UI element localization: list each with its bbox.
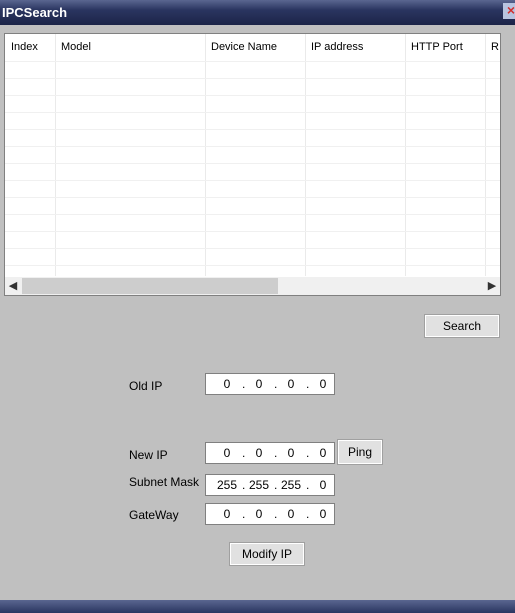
ip-octet[interactable]: 255 <box>280 478 302 492</box>
ip-octet[interactable]: 0 <box>216 446 238 460</box>
column-r[interactable]: R <box>491 41 499 53</box>
row-line <box>5 61 500 62</box>
subnet-mask-label: Subnet Mask <box>129 475 200 489</box>
row-line <box>5 163 500 164</box>
column-divider <box>55 34 56 276</box>
ip-dot: . <box>242 507 246 521</box>
ip-dot: . <box>274 478 278 492</box>
row-line <box>5 78 500 79</box>
modify-ip-button[interactable]: Modify IP <box>229 542 305 566</box>
ip-dot: . <box>242 478 246 492</box>
device-list[interactable]: Index Model Device Name IP address HTTP … <box>4 33 501 296</box>
column-divider <box>305 34 306 276</box>
new-ip-field[interactable]: 0.0.0.0 <box>205 442 335 464</box>
ip-octet[interactable]: 0 <box>312 507 334 521</box>
column-divider <box>205 34 206 276</box>
ip-octet[interactable]: 0 <box>216 377 238 391</box>
column-divider <box>405 34 406 276</box>
ip-octet[interactable]: 0 <box>280 377 302 391</box>
gateway-field[interactable]: 0.0.0.0 <box>205 503 335 525</box>
scroll-left-icon[interactable]: ◀ <box>5 278 21 294</box>
ip-octet[interactable]: 0 <box>312 446 334 460</box>
ip-octet[interactable]: 255 <box>216 478 238 492</box>
subnet-mask-field[interactable]: 255. 255. 255. 0 <box>205 474 335 496</box>
column-device-name[interactable]: Device Name <box>211 41 277 53</box>
row-line <box>5 231 500 232</box>
bottom-bar <box>0 600 515 613</box>
search-button[interactable]: Search <box>424 314 500 338</box>
ip-dot: . <box>274 377 278 391</box>
row-line <box>5 197 500 198</box>
row-line <box>5 112 500 113</box>
scroll-thumb[interactable] <box>22 278 278 294</box>
ip-octet[interactable]: 255 <box>248 478 270 492</box>
title-bar: IPCSearch × <box>0 0 515 25</box>
column-index[interactable]: Index <box>11 41 38 53</box>
ip-octet[interactable]: 0 <box>248 507 270 521</box>
row-line <box>5 180 500 181</box>
ip-dot: . <box>306 478 310 492</box>
horizontal-scrollbar[interactable]: ◀ ▶ <box>5 277 500 295</box>
window-title: IPCSearch <box>2 5 68 20</box>
ip-dot: . <box>274 507 278 521</box>
ip-octet[interactable]: 0 <box>280 507 302 521</box>
close-icon[interactable]: × <box>503 3 515 19</box>
ip-dot: . <box>274 446 278 460</box>
ip-dot: . <box>306 377 310 391</box>
old-ip-field[interactable]: 0.0.0.0 <box>205 373 335 395</box>
scroll-right-icon[interactable]: ▶ <box>484 278 500 294</box>
list-header: Index Model Device Name IP address HTTP … <box>5 34 500 61</box>
column-model[interactable]: Model <box>61 41 91 53</box>
row-line <box>5 265 500 266</box>
ip-octet[interactable]: 0 <box>280 446 302 460</box>
ip-octet[interactable]: 0 <box>312 478 334 492</box>
new-ip-label: New IP <box>129 448 168 462</box>
ip-octet[interactable]: 0 <box>248 446 270 460</box>
row-line <box>5 146 500 147</box>
ip-dot: . <box>242 446 246 460</box>
ip-dot: . <box>242 377 246 391</box>
ip-octet[interactable]: 0 <box>312 377 334 391</box>
ip-dot: . <box>306 446 310 460</box>
gateway-label: GateWay <box>129 508 179 522</box>
old-ip-label: Old IP <box>129 379 163 393</box>
ip-octet[interactable]: 0 <box>216 507 238 521</box>
ip-octet[interactable]: 0 <box>248 377 270 391</box>
column-divider <box>485 34 486 276</box>
row-line <box>5 95 500 96</box>
row-line <box>5 214 500 215</box>
column-http-port[interactable]: HTTP Port <box>411 41 463 53</box>
row-line <box>5 129 500 130</box>
row-line <box>5 248 500 249</box>
ip-dot: . <box>306 507 310 521</box>
ping-button[interactable]: Ping <box>337 439 383 465</box>
column-ip-address[interactable]: IP address <box>311 41 363 53</box>
